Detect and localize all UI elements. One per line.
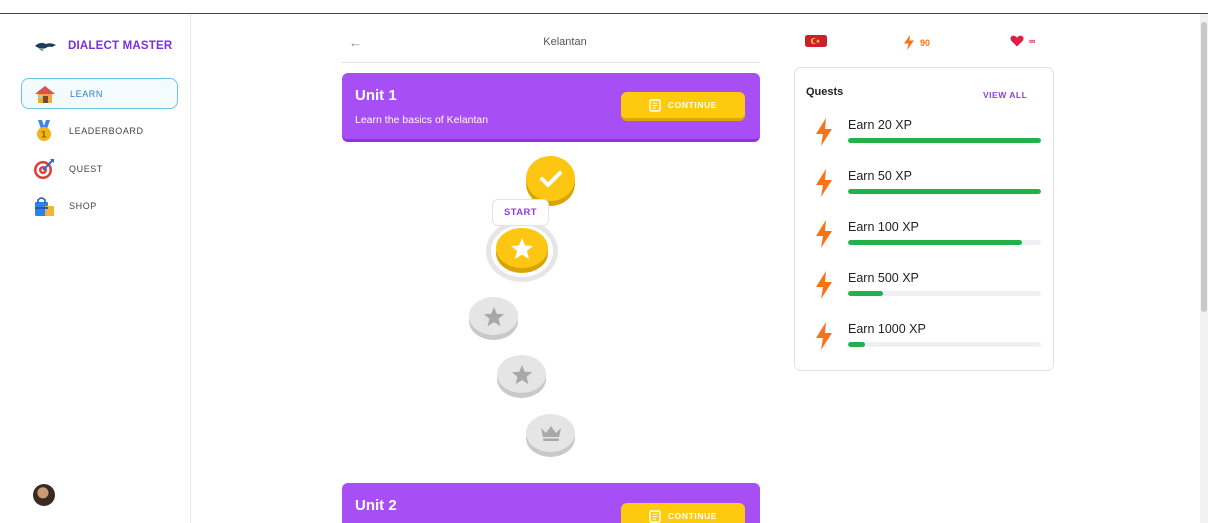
quest-progress-bar (848, 342, 1041, 347)
lightning-icon (816, 271, 832, 299)
svg-text:1: 1 (41, 130, 48, 140)
quest-item[interactable]: Earn 20 XP (795, 118, 1053, 158)
sidebar-item-shop[interactable]: SHOP (21, 190, 178, 221)
brand[interactable]: DIALECT MASTER (34, 40, 172, 52)
hearts-value: ∞ (1029, 36, 1036, 46)
lesson-node-current[interactable] (496, 228, 548, 268)
view-all-link[interactable]: VIEW ALL (983, 90, 1027, 100)
back-arrow-icon[interactable]: ← (349, 35, 362, 50)
quest-label: Earn 500 XP (848, 271, 919, 285)
quest-item[interactable]: Earn 100 XP (795, 220, 1053, 260)
lesson-node-locked[interactable] (497, 355, 546, 393)
hearts-counter[interactable]: ∞ (1010, 35, 1035, 47)
quests-panel: Quests VIEW ALL Earn 20 XP Earn 50 XP Earn… (794, 67, 1054, 371)
continue-button[interactable]: CONTINUE (621, 92, 745, 121)
unit-title: Unit 2 (355, 497, 397, 514)
unit-card-1: Unit 1 Learn the basics of Kelantan CONT… (342, 73, 760, 142)
lesson-node-locked-reward[interactable] (526, 414, 575, 452)
scrollbar-thumb[interactable] (1201, 22, 1207, 312)
medal-icon: 1 (33, 119, 55, 142)
malaysia-flag-icon (805, 35, 827, 47)
notebook-icon (649, 98, 661, 112)
quest-item[interactable]: Earn 1000 XP (795, 322, 1053, 362)
quest-label: Earn 1000 XP (848, 322, 926, 336)
header-divider (342, 62, 760, 63)
lightning-icon (904, 35, 914, 50)
sidebar-item-label: QUEST (69, 163, 104, 174)
continue-label: CONTINUE (667, 511, 718, 521)
course-flag[interactable] (805, 35, 827, 47)
quest-progress-fill (848, 138, 1041, 143)
quest-progress-fill (848, 291, 883, 296)
sidebar-item-leaderboard[interactable]: 1 LEADERBOARD (21, 115, 178, 146)
house-icon (34, 83, 56, 105)
heart-icon (1010, 35, 1024, 47)
quest-label: Earn 50 XP (848, 169, 912, 183)
star-icon (511, 364, 532, 384)
star-icon (511, 237, 533, 259)
quest-label: Earn 20 XP (848, 118, 912, 132)
quest-progress-bar (848, 291, 1041, 296)
brand-name: DIALECT MASTER (68, 40, 173, 52)
quest-progress-fill (848, 240, 1022, 245)
start-tooltip: START (492, 199, 549, 226)
quest-item[interactable]: Earn 500 XP (795, 271, 1053, 311)
quest-progress-bar (848, 138, 1041, 143)
quest-progress-bar (848, 240, 1041, 245)
quest-label: Earn 100 XP (848, 220, 919, 234)
xp-counter[interactable]: 90 (903, 35, 930, 50)
target-icon (33, 158, 55, 180)
unit-card-2: Unit 2 CONTINUE (342, 483, 760, 523)
quest-progress-bar (848, 189, 1041, 194)
sidebar-item-label: LEARN (70, 88, 104, 99)
crown-icon (540, 426, 561, 441)
quest-item[interactable]: Earn 50 XP (795, 169, 1053, 209)
sidebar-item-quest[interactable]: QUEST (21, 153, 178, 184)
lesson-node-completed[interactable] (526, 156, 575, 201)
sidebar-item-learn[interactable]: LEARN (21, 78, 178, 109)
quest-progress-fill (848, 342, 866, 347)
lesson-node-locked[interactable] (469, 297, 518, 335)
quest-progress-fill (848, 189, 1041, 194)
unit-title: Unit 1 (355, 87, 397, 104)
avatar[interactable] (33, 484, 55, 506)
notebook-icon (649, 509, 661, 523)
lightning-icon (816, 118, 832, 146)
quests-title: Quests (806, 86, 844, 98)
xp-value: 90 (920, 37, 931, 48)
unit-subtitle: Learn the basics of Kelantan (355, 114, 489, 126)
continue-button[interactable]: CONTINUE (621, 503, 745, 523)
logo-icon (35, 42, 56, 51)
sidebar-item-label: SHOP (69, 200, 97, 211)
shopping-bag-icon (33, 195, 55, 217)
star-icon (483, 306, 504, 326)
lightning-icon (816, 220, 832, 248)
sidebar-item-label: LEADERBOARD (69, 125, 144, 136)
lightning-icon (816, 169, 832, 197)
lightning-icon (816, 322, 832, 350)
page-title: Kelantan (543, 36, 587, 48)
check-icon (539, 170, 562, 187)
continue-label: CONTINUE (667, 100, 718, 110)
